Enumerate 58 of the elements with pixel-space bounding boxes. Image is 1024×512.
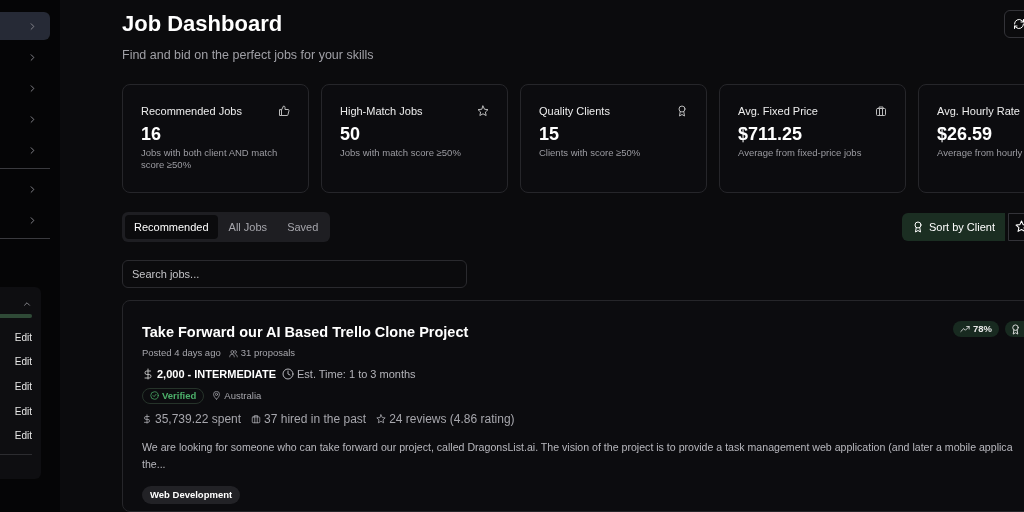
- stat-description: Jobs with match score ≥50%: [340, 146, 462, 159]
- stat-title: Avg. Fixed Price: [738, 103, 818, 119]
- stat-description: Jobs with both client AND match score ≥50%: [141, 146, 279, 171]
- stat-value: 15: [539, 123, 561, 144]
- dollar-icon: [142, 413, 152, 424]
- page-subtitle: Find and bid on the perfect jobs for your skills: [122, 47, 374, 64]
- stat-description: Average from hourly: [937, 146, 1024, 159]
- location-text: Australia: [212, 388, 262, 403]
- stat-title: Avg. Hourly Rate: [937, 103, 1020, 119]
- match-badge: 78%: [953, 321, 999, 338]
- users-icon: [228, 348, 238, 358]
- star-icon: [376, 413, 387, 424]
- sidebar-item[interactable]: [0, 12, 50, 40]
- stat-description: Clients with score ≥50%: [539, 146, 642, 159]
- duration-text: Est. Time: 1 to 3 months: [282, 366, 416, 383]
- stat-value: 16: [141, 123, 163, 144]
- posted-date: Posted 4 days ago: [142, 345, 221, 360]
- briefcase-icon: [251, 413, 262, 424]
- edit-link[interactable]: Edit: [0, 349, 32, 375]
- clock-icon: [282, 368, 294, 381]
- budget-text: 2,000 - INTERMEDIATE: [142, 366, 276, 383]
- stat-value: $711.25: [738, 123, 804, 144]
- stat-title: Recommended Jobs: [141, 103, 242, 119]
- refresh-icon: [1013, 18, 1024, 30]
- reviews-count: 24 reviews (4.86 rating): [376, 409, 515, 428]
- page-title: Job Dashboard: [122, 10, 284, 38]
- job-title: Take Forward our AI Based Trello Clone Project: [142, 323, 469, 343]
- star-icon: [1015, 220, 1024, 234]
- stat-title: Quality Clients: [539, 103, 610, 119]
- award-icon: [676, 104, 688, 117]
- hired-count: 37 hired in the past: [251, 409, 367, 428]
- map-pin-icon: [212, 391, 222, 401]
- tab[interactable]: Saved: [278, 214, 328, 239]
- award-icon: [911, 220, 924, 233]
- briefcase-icon: [875, 104, 887, 117]
- stat-value: $26.59: [937, 123, 994, 144]
- edit-link[interactable]: Edit: [0, 374, 32, 399]
- search-field[interactable]: Search jobs...: [122, 259, 467, 289]
- edit-link[interactable]: Edit: [0, 325, 32, 350]
- sort-by-client-button[interactable]: Sort by Client: [901, 212, 1005, 241]
- star-icon: [477, 104, 489, 117]
- check-circle-icon: [150, 391, 159, 401]
- trend-up-icon: [960, 324, 970, 335]
- stat-value: 50: [340, 123, 362, 144]
- proposals-count: 31 proposals: [228, 345, 296, 361]
- award-icon: [1010, 323, 1021, 335]
- edit-link[interactable]: Edit: [0, 398, 32, 424]
- stat-description: Average from fixed-price jobs: [738, 146, 863, 159]
- spent-amount: 35,739.22 spent: [142, 409, 242, 428]
- tab[interactable]: All Jobs: [219, 214, 277, 239]
- chevron-up-icon: [22, 299, 32, 309]
- job-description: We are looking for someone who can take forward our project, called DragonsList.ai. The vision of the project is to provide a task management web application (and later a mobile applica the...: [142, 439, 1014, 472]
- edit-link[interactable]: Edit: [0, 423, 32, 448]
- thumbs-up-icon: [278, 104, 290, 117]
- dollar-icon: [142, 368, 154, 381]
- stat-title: High-Match Jobs: [340, 103, 423, 119]
- tab[interactable]: Recommended: [125, 214, 218, 239]
- skill-tag: Web Development: [142, 485, 241, 504]
